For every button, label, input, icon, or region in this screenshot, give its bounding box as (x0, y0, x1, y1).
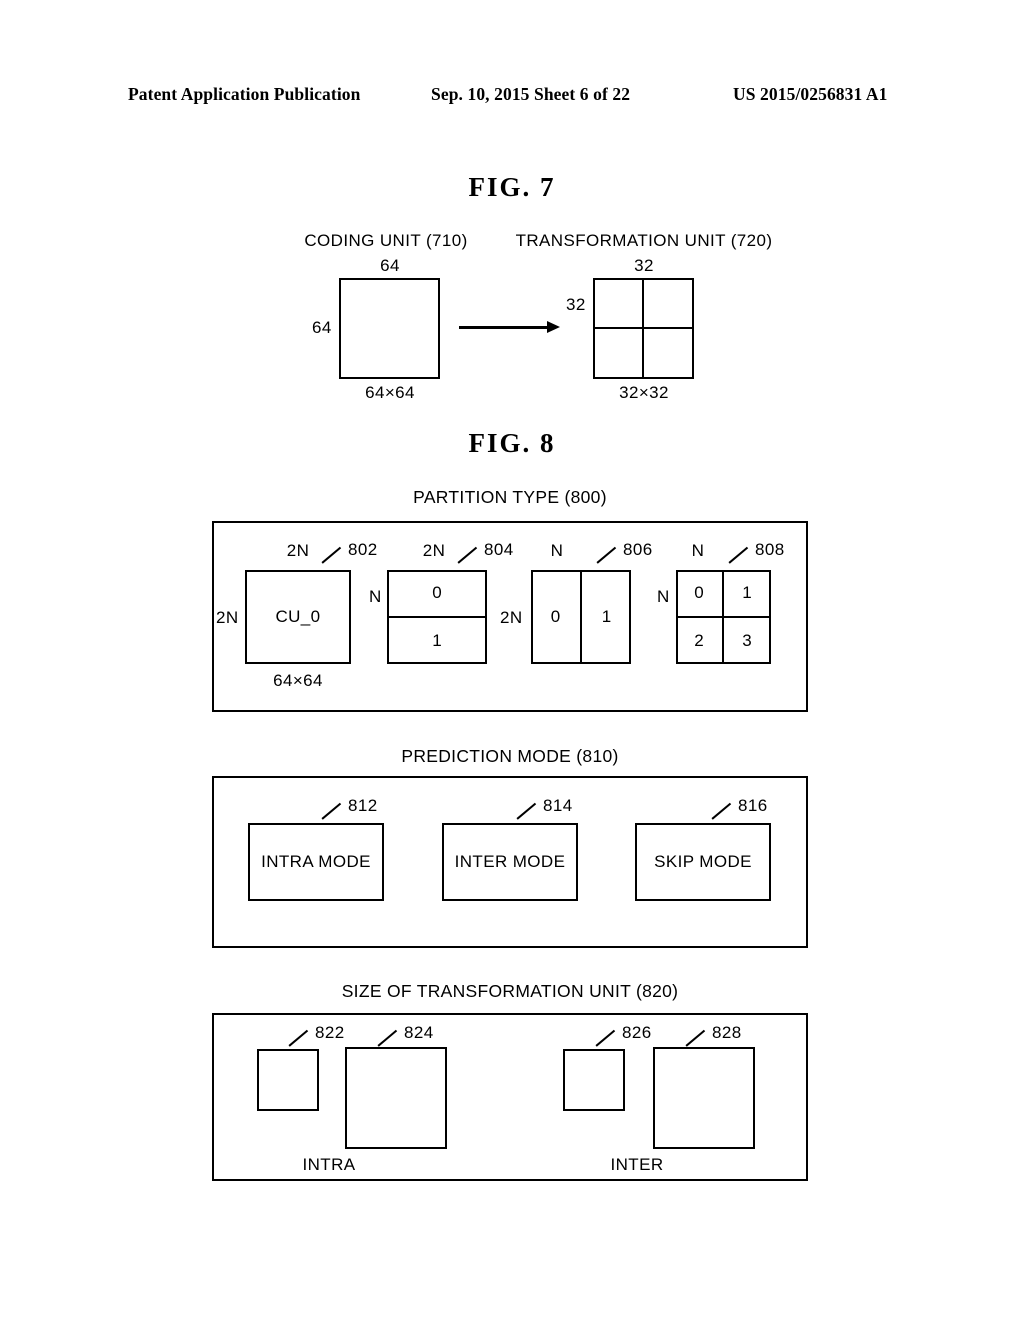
partition-806-left-label: 2N (500, 608, 523, 627)
partition-804-cell-0: 0 (432, 583, 442, 602)
coding-unit-square (339, 278, 440, 379)
partition-808-cell-0: 0 (694, 583, 704, 602)
partition-804-top-label: 2N (422, 541, 446, 560)
partition-806-ref: 806 (623, 540, 653, 559)
prediction-814-ref: 814 (543, 796, 573, 815)
transform-arrow-line (459, 326, 549, 329)
prediction-812-ref: 812 (348, 796, 378, 815)
transformation-unit-bottom-dim: 32×32 (619, 383, 669, 402)
publication-header: Patent Application Publication Sep. 10, … (128, 84, 896, 108)
partition-808-ref: 808 (755, 540, 785, 559)
partition-804-cell-1: 1 (432, 631, 442, 650)
publication-header-date-sheet: Sep. 10, 2015 Sheet 6 of 22 (431, 84, 631, 104)
partition-806-cell-0: 0 (550, 607, 561, 626)
transform-arrow-head (547, 321, 560, 333)
partition-808-top-label: N (691, 541, 705, 560)
publication-header-left: Patent Application Publication (128, 84, 361, 104)
tu-826-box (563, 1049, 625, 1111)
tu-822-ref: 822 (315, 1023, 345, 1042)
partition-802-ref: 802 (348, 540, 378, 559)
tu-824-box (345, 1047, 447, 1149)
partition-804-ref: 804 (484, 540, 514, 559)
partition-802-bottom-label: 64×64 (273, 671, 323, 690)
figure-7-title: FIG. 7 (468, 172, 556, 202)
transformation-unit-horizontal-divider (593, 327, 694, 329)
partition-808-cell-3: 3 (742, 631, 752, 650)
skip-mode-label: SKIP MODE (654, 852, 752, 871)
tu-inter-caption: INTER (610, 1155, 664, 1174)
tu-828-box (653, 1047, 755, 1149)
partition-808-cell-1: 1 (742, 583, 752, 602)
partition-806-cell-1: 1 (601, 607, 612, 626)
coding-unit-left-dim: 64 (312, 318, 332, 337)
inter-mode-label: INTER MODE (454, 852, 566, 871)
partition-808-left-label: N (657, 587, 670, 606)
tu-822-box (257, 1049, 319, 1111)
intra-mode-box: INTRA MODE (248, 823, 384, 901)
tu-intra-caption: INTRA (302, 1155, 356, 1174)
transformation-unit-left-dim: 32 (566, 295, 586, 314)
coding-unit-label: CODING UNIT (710) (304, 231, 468, 250)
partition-802-top-label: 2N (286, 541, 310, 560)
publication-header-number: US 2015/0256831 A1 (733, 84, 888, 104)
prediction-816-ref: 816 (738, 796, 768, 815)
partition-802-left-label: 2N (216, 608, 239, 627)
transformation-unit-size-section-label: SIZE OF TRANSFORMATION UNIT (820) (341, 981, 679, 1001)
partition-802-box: CU_0 (245, 570, 351, 664)
tu-828-ref: 828 (712, 1023, 742, 1042)
partition-806-top-label: N (550, 541, 564, 560)
coding-unit-bottom-dim: 64×64 (365, 383, 415, 402)
partition-804-left-label: N (369, 587, 382, 606)
tu-824-ref: 824 (404, 1023, 434, 1042)
transformation-unit-label: TRANSFORMATION UNIT (720) (515, 231, 773, 250)
partition-808-cell-2: 2 (694, 631, 704, 650)
tu-826-ref: 826 (622, 1023, 652, 1042)
transformation-unit-top-dim: 32 (634, 256, 654, 275)
inter-mode-box: INTER MODE (442, 823, 578, 901)
skip-mode-box: SKIP MODE (635, 823, 771, 901)
partition-802-cell-0: CU_0 (275, 607, 321, 626)
prediction-mode-section-label: PREDICTION MODE (810) (401, 746, 619, 766)
figure-8-title: FIG. 8 (468, 428, 556, 458)
partition-type-section-label: PARTITION TYPE (800) (413, 487, 607, 507)
coding-unit-top-dim: 64 (380, 256, 400, 275)
intra-mode-label: INTRA MODE (261, 852, 371, 871)
